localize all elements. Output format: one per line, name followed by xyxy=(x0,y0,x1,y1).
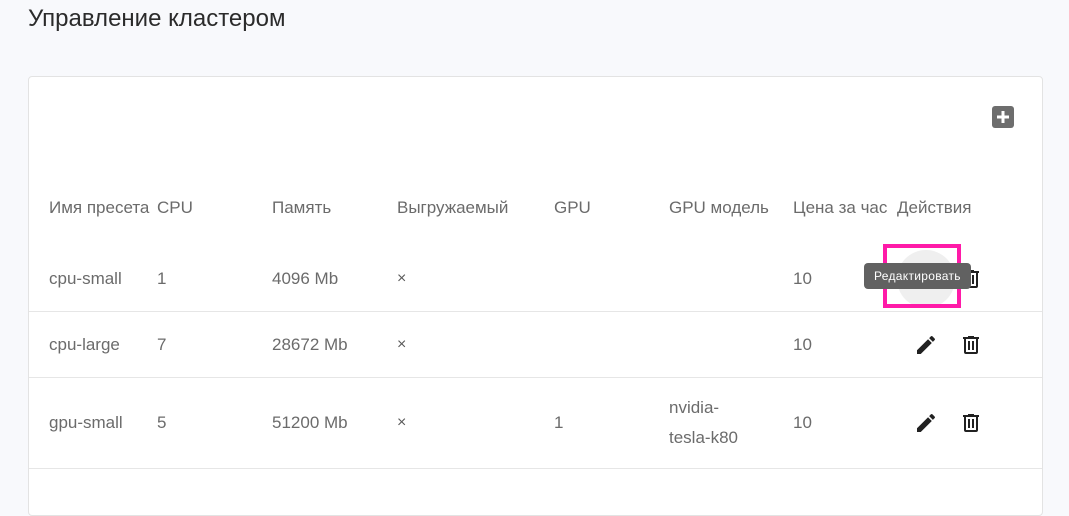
header-preemptible: Выгружаемый xyxy=(397,198,509,217)
cell-name: cpu-large xyxy=(29,311,157,378)
edit-button[interactable] xyxy=(897,316,955,374)
cell-preemptible: × xyxy=(397,270,407,287)
delete-button[interactable] xyxy=(957,333,985,357)
cell-gpu-model: nvidia-tesla-k80 xyxy=(669,377,793,469)
header-gpu-model: GPU модель xyxy=(669,198,769,217)
cell-name: gpu-small xyxy=(29,377,157,469)
pencil-icon xyxy=(917,413,936,432)
header-cpu: CPU xyxy=(157,198,193,217)
header-gpu: GPU xyxy=(554,198,591,217)
header-name: Имя пресета xyxy=(49,198,150,217)
cell-gpu-model xyxy=(669,311,793,378)
presets-table: Имя пресета CPU Память Выгружаемый GPU G… xyxy=(29,169,1042,499)
table-row-partial xyxy=(29,468,1042,499)
add-preset-button[interactable] xyxy=(991,105,1015,129)
table-row: gpu-small 5 51200 Mb × 1 nvidia-tesla-k8… xyxy=(29,377,1042,469)
cell-actions xyxy=(897,311,1042,378)
table-header-row: Имя пресета CPU Память Выгружаемый GPU G… xyxy=(29,169,1042,247)
cell-cpu: 1 xyxy=(157,269,167,288)
cell-price: 10 xyxy=(793,377,897,469)
plus-box-icon xyxy=(992,106,1014,128)
presets-card: Имя пресета CPU Память Выгружаемый GPU G… xyxy=(28,76,1043,516)
cell-gpu-model xyxy=(669,247,793,312)
pencil-icon xyxy=(917,335,936,354)
cell-gpu xyxy=(554,311,669,378)
cell-preemptible: × xyxy=(397,377,554,469)
delete-button[interactable] xyxy=(957,411,985,435)
cell-memory: 28672 Mb xyxy=(272,311,397,378)
cell-gpu: 1 xyxy=(554,377,669,469)
cell-memory: 4096 Mb xyxy=(272,269,339,288)
cell-gpu xyxy=(554,247,669,312)
cell-cpu: 5 xyxy=(157,377,272,469)
cell-actions xyxy=(897,377,1042,469)
table-row: cpu-large 7 28672 Mb × 10 xyxy=(29,311,1042,378)
page-title: Управление кластером xyxy=(28,5,286,32)
cell-memory: 51200 Mb xyxy=(272,377,397,469)
edit-tooltip: Редактировать xyxy=(864,263,971,289)
table-row xyxy=(29,468,1042,499)
header-actions: Действия xyxy=(897,198,972,217)
trash-icon xyxy=(963,414,979,432)
cell-preemptible: × xyxy=(397,311,554,378)
cell-price: 10 xyxy=(793,311,897,378)
header-price: Цена за час xyxy=(793,198,888,217)
cell-cpu: 7 xyxy=(157,311,272,378)
edit-button[interactable] xyxy=(897,394,955,452)
cell-name: cpu-small xyxy=(49,269,122,288)
header-memory: Память xyxy=(272,198,332,217)
trash-icon xyxy=(963,335,979,354)
